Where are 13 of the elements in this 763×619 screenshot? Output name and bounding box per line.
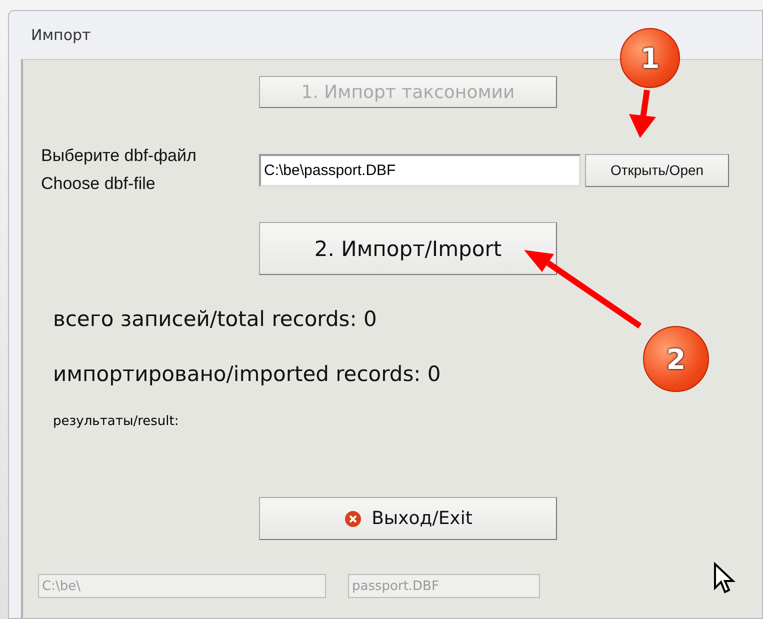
exit-button[interactable]: Выход/Exit bbox=[259, 497, 557, 540]
mouse-pointer-icon bbox=[713, 562, 737, 596]
result-label: результаты/result: bbox=[53, 414, 180, 429]
prompt-label: Choose dbf-file bbox=[41, 173, 156, 195]
import-button[interactable]: 2. Импорт/Import bbox=[259, 222, 557, 275]
imported-records-label: импортировано/imported records: 0 bbox=[53, 362, 442, 386]
window-title: Импорт bbox=[31, 26, 91, 44]
file-path-field[interactable]: C:\be\passport.DBF bbox=[259, 154, 581, 186]
prompt-label: Выберите dbf-файл bbox=[41, 145, 198, 167]
close-icon bbox=[344, 510, 362, 528]
arrow bbox=[629, 90, 656, 138]
total-records-label: всего записей/total records: 0 bbox=[53, 307, 378, 331]
open-button[interactable]: Открыть/Open bbox=[585, 154, 729, 186]
